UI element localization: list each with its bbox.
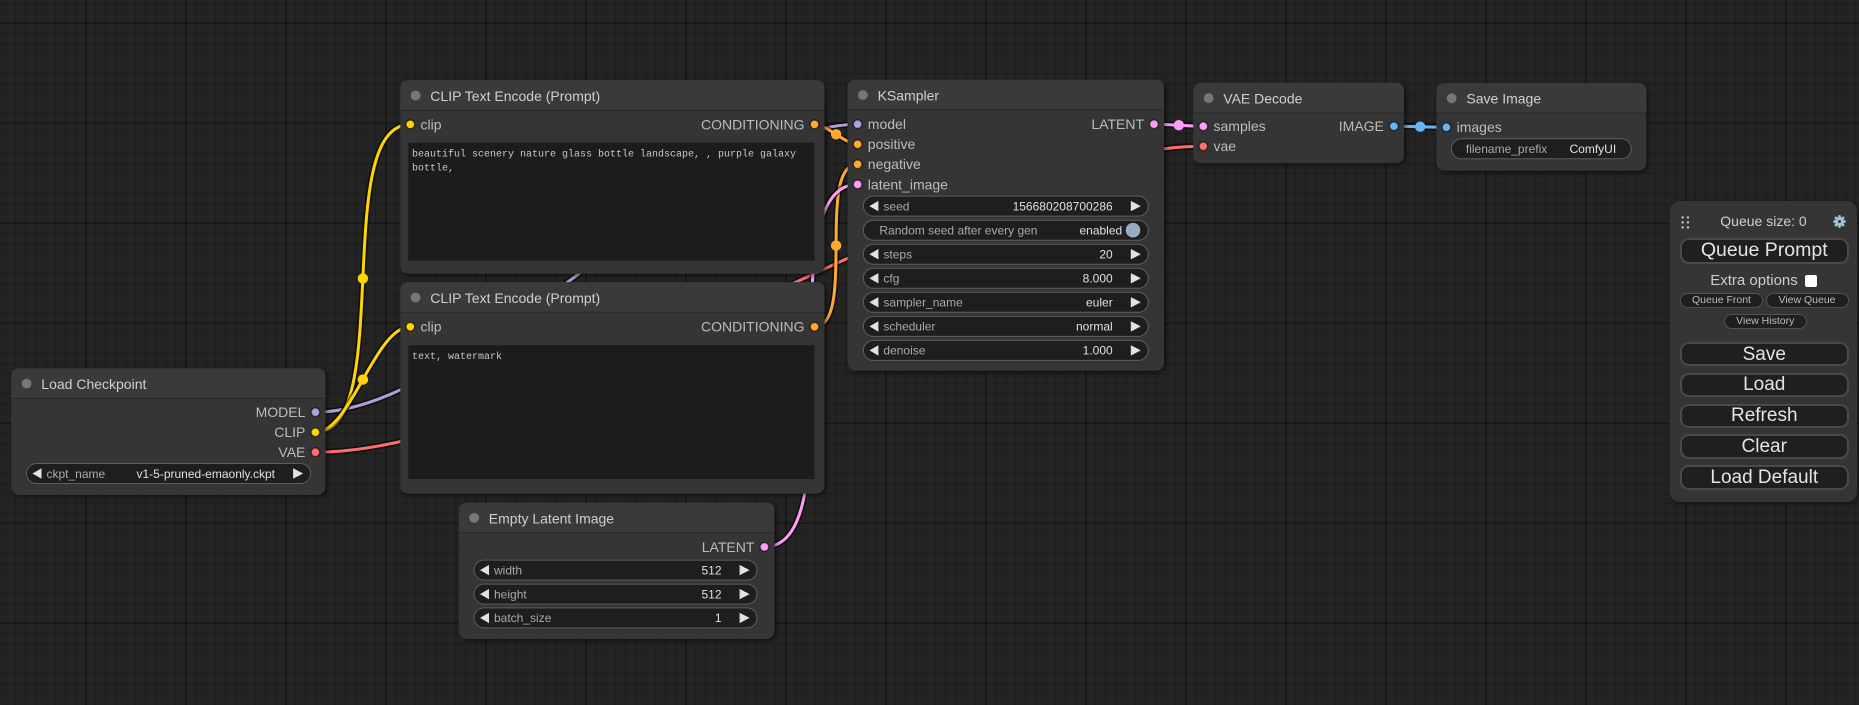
- svg-text:vae: vae: [1214, 138, 1237, 154]
- svg-text:model: model: [868, 116, 906, 132]
- svg-text:8.000: 8.000: [1083, 272, 1113, 286]
- svg-text:ckpt_name: ckpt_name: [47, 467, 106, 481]
- svg-text:LATENT: LATENT: [702, 539, 755, 555]
- svg-text:1: 1: [715, 611, 722, 625]
- svg-text:samples: samples: [1214, 118, 1266, 134]
- svg-text:CLIP Text Encode (Prompt): CLIP Text Encode (Prompt): [430, 290, 600, 306]
- svg-text:Save Image: Save Image: [1466, 91, 1541, 107]
- svg-text:Random seed after every gen: Random seed after every gen: [879, 224, 1037, 238]
- svg-text:20: 20: [1099, 248, 1113, 262]
- svg-text:images: images: [1457, 119, 1502, 135]
- svg-text:512: 512: [701, 563, 721, 577]
- svg-text:KSampler: KSampler: [878, 87, 940, 103]
- svg-text:1.000: 1.000: [1083, 344, 1113, 358]
- svg-text:CLIP Text Encode (Prompt): CLIP Text Encode (Prompt): [430, 88, 600, 104]
- svg-text:CLIP: CLIP: [274, 424, 305, 440]
- svg-text:denoise: denoise: [883, 344, 925, 358]
- svg-text:normal: normal: [1076, 320, 1113, 334]
- svg-text:bottle,: bottle,: [412, 163, 454, 175]
- svg-text:ComfyUI: ComfyUI: [1570, 142, 1617, 156]
- svg-text:Load Checkpoint: Load Checkpoint: [41, 376, 146, 392]
- svg-text:VAE Decode: VAE Decode: [1223, 91, 1302, 107]
- svg-text:MODEL: MODEL: [256, 404, 306, 420]
- svg-text:sampler_name: sampler_name: [883, 296, 963, 310]
- svg-text:IMAGE: IMAGE: [1339, 118, 1384, 134]
- svg-text:width: width: [493, 563, 522, 577]
- svg-text:seed: seed: [883, 199, 909, 213]
- svg-text:VAE: VAE: [278, 444, 305, 460]
- svg-text:batch_size: batch_size: [494, 611, 552, 625]
- svg-text:filename_prefix: filename_prefix: [1466, 142, 1547, 156]
- svg-text:steps: steps: [883, 248, 912, 262]
- svg-text:beautiful scenery nature glass: beautiful scenery nature glass bottle la…: [412, 148, 796, 160]
- svg-text:text, watermark: text, watermark: [412, 351, 502, 363]
- svg-text:LATENT: LATENT: [1091, 116, 1144, 132]
- svg-text:CONDITIONING: CONDITIONING: [701, 319, 804, 335]
- svg-text:clip: clip: [421, 116, 442, 132]
- svg-text:negative: negative: [868, 156, 921, 172]
- svg-text:Empty Latent Image: Empty Latent Image: [489, 510, 615, 526]
- svg-text:clip: clip: [421, 319, 442, 335]
- svg-text:CONDITIONING: CONDITIONING: [701, 116, 804, 132]
- svg-text:156680208700286: 156680208700286: [1013, 199, 1113, 213]
- svg-text:enabled: enabled: [1079, 224, 1122, 238]
- svg-text:latent_image: latent_image: [868, 176, 948, 192]
- svg-text:height: height: [494, 587, 527, 601]
- svg-text:scheduler: scheduler: [883, 320, 935, 334]
- svg-text:euler: euler: [1086, 296, 1113, 310]
- svg-text:cfg: cfg: [883, 272, 899, 286]
- svg-text:positive: positive: [868, 136, 916, 152]
- svg-text:v1-5-pruned-emaonly.ckpt: v1-5-pruned-emaonly.ckpt: [136, 467, 275, 481]
- svg-text:512: 512: [701, 587, 721, 601]
